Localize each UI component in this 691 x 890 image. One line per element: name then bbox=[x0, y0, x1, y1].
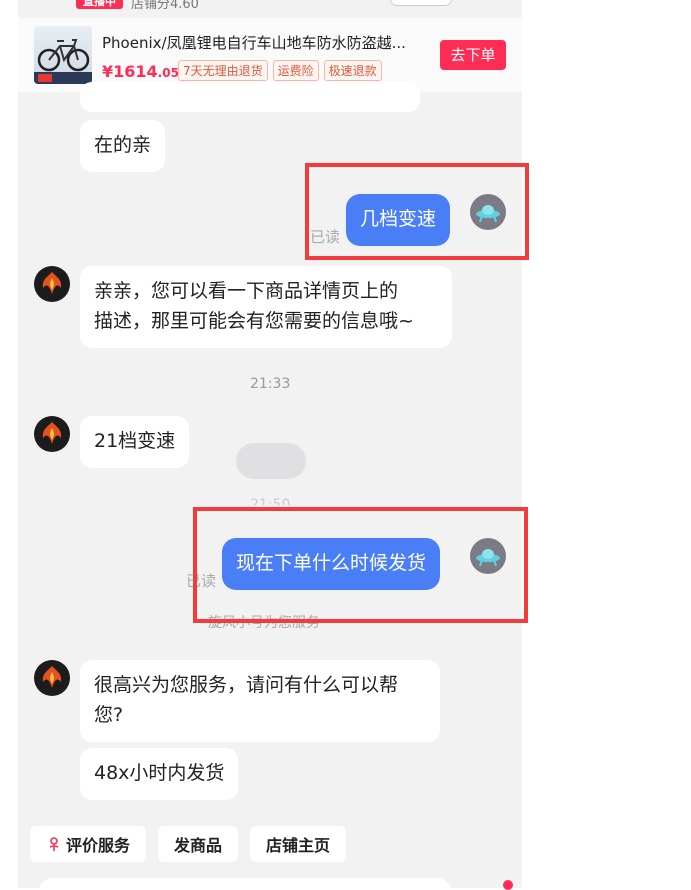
shop-avatar[interactable] bbox=[34, 416, 70, 452]
notification-dot bbox=[503, 880, 513, 890]
message-input[interactable] bbox=[38, 878, 452, 888]
chat-panel: 直播中 店铺分4.60 Phoenix/凤凰锂电自行车山地车防水防盗越... ¥… bbox=[18, 0, 522, 888]
phoenix-logo-icon bbox=[42, 666, 62, 688]
message-line: 亲亲，您可以看一下商品详情页上的 bbox=[94, 280, 399, 302]
shop-avatar[interactable] bbox=[34, 660, 70, 696]
flower-icon bbox=[49, 837, 59, 851]
bicycle-icon bbox=[34, 39, 92, 84]
shop-status-strip: 直播中 店铺分4.60 bbox=[76, 0, 199, 12]
tag-return: 7天无理由退货 bbox=[178, 60, 268, 81]
shop-score: 店铺分4.60 bbox=[131, 0, 199, 12]
message-bubble-incoming: 21档变速 bbox=[80, 416, 190, 468]
highlight-box bbox=[193, 507, 528, 623]
quick-actions-bar: 评价服务 发商品 店铺主页 bbox=[30, 826, 347, 862]
product-price: ¥1614.05 bbox=[102, 62, 179, 81]
message-line: 您? bbox=[94, 704, 124, 726]
message-bubble-incoming: 很高兴为您服务，请问有什么可以帮 您? bbox=[80, 660, 440, 742]
product-title[interactable]: Phoenix/凤凰锂电自行车山地车防水防盗越... bbox=[102, 32, 406, 53]
price-currency: ¥ bbox=[102, 62, 114, 81]
shop-avatar[interactable] bbox=[34, 266, 70, 302]
rate-service-label: 评价服务 bbox=[66, 836, 131, 855]
price-main: 1614 bbox=[113, 62, 158, 81]
message-bubble-incoming: 在的亲 bbox=[80, 120, 166, 172]
product-tags: 7天无理由退货 运费险 极速退款 bbox=[178, 60, 382, 81]
phoenix-logo-icon bbox=[42, 272, 62, 294]
highlight-box bbox=[305, 163, 529, 260]
live-badge[interactable]: 直播中 bbox=[76, 0, 123, 9]
send-product-button[interactable]: 发商品 bbox=[158, 826, 239, 862]
phoenix-logo-icon bbox=[42, 422, 62, 444]
product-thumbnail[interactable] bbox=[34, 26, 92, 84]
follow-button[interactable] bbox=[390, 0, 452, 6]
message-bubble-partial bbox=[80, 82, 420, 112]
message-line: 描述，那里可能会有您需要的信息哦~ bbox=[94, 310, 414, 332]
timestamp: 21:50 bbox=[250, 497, 291, 505]
message-bubble-incoming: 亲亲，您可以看一下商品详情页上的 描述，那里可能会有您需要的信息哦~ bbox=[80, 266, 452, 348]
tag-fast-refund: 极速退款 bbox=[323, 60, 382, 81]
message-line: 很高兴为您服务，请问有什么可以帮 bbox=[94, 674, 399, 696]
place-order-button[interactable]: 去下单 bbox=[440, 40, 506, 70]
toast-placeholder bbox=[236, 443, 306, 479]
message-bubble-incoming: 48x小时内发货 bbox=[80, 748, 239, 800]
timestamp: 21:33 bbox=[250, 376, 291, 392]
product-card[interactable]: Phoenix/凤凰锂电自行车山地车防水防盗越... ¥1614.05 7天无理… bbox=[18, 18, 522, 92]
shop-home-button[interactable]: 店铺主页 bbox=[250, 826, 347, 862]
price-cents: .05 bbox=[157, 66, 179, 80]
rate-service-button[interactable]: 评价服务 bbox=[30, 826, 147, 862]
tag-shipping-insurance: 运费险 bbox=[272, 60, 319, 81]
